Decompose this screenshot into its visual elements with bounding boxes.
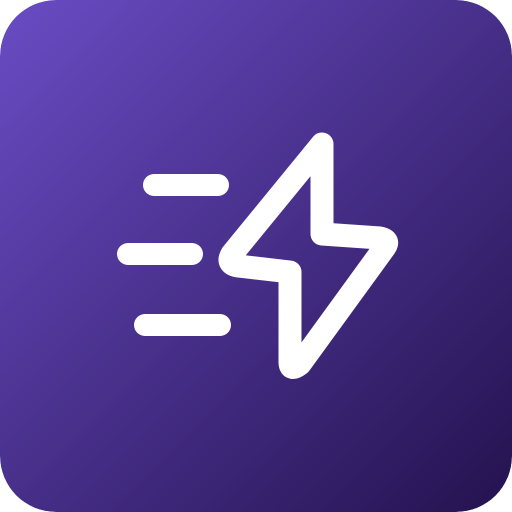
app-icon [0, 0, 512, 512]
icon-background [0, 0, 512, 512]
app-icon-graphic [0, 0, 512, 512]
